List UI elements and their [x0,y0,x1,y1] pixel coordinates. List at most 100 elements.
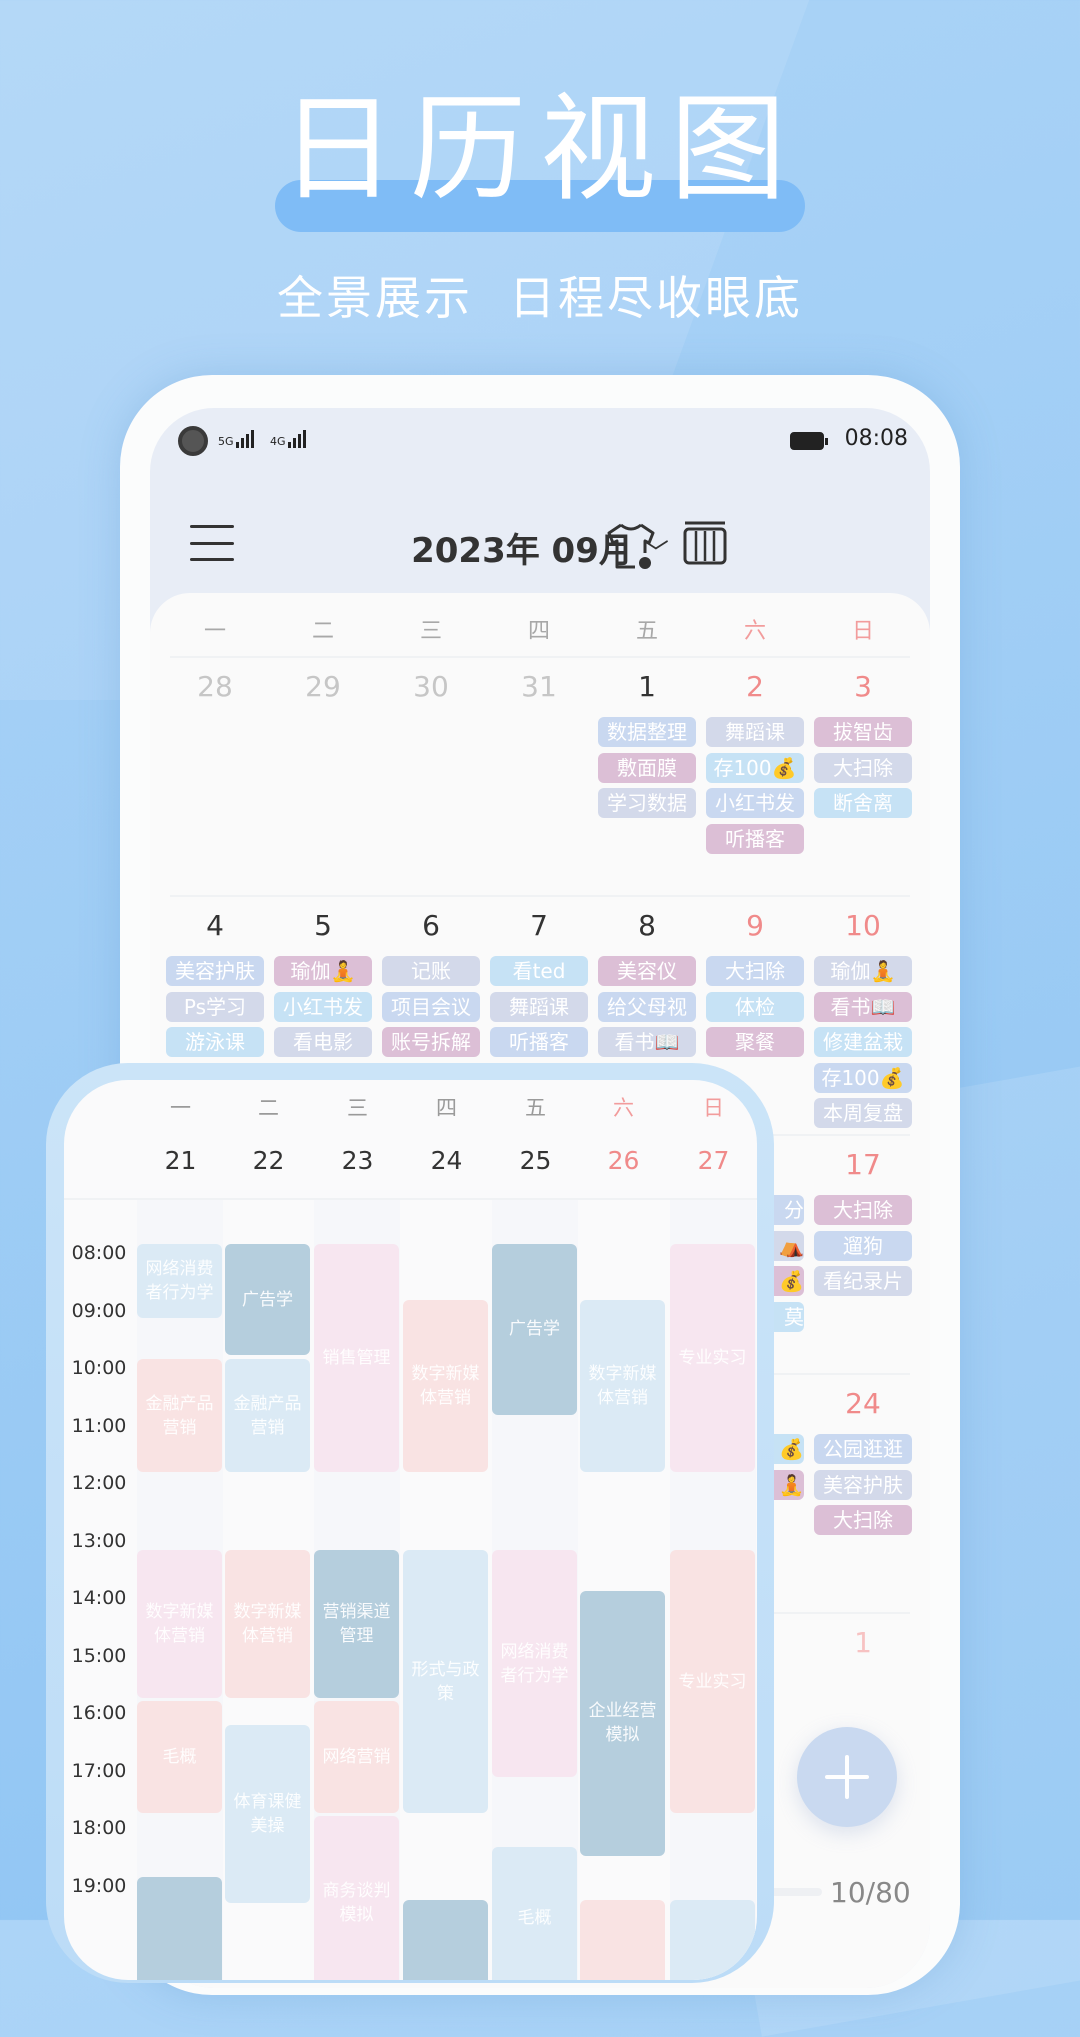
date-number[interactable]: 26 [579,1146,668,1175]
class-block[interactable]: 广告学 [492,1244,577,1415]
class-block[interactable]: 网络消费者行为学 [492,1550,577,1777]
class-block[interactable]: 企业经营模拟 [580,1590,665,1857]
signal-label: 4G [270,435,286,448]
day-number[interactable]: 24 [809,1387,917,1420]
day-number[interactable]: 2 [701,670,809,703]
day-number[interactable]: 8 [593,909,701,942]
hour-label: 19:00 [71,1874,127,1897]
event-chip[interactable]: 断舍离 [814,788,912,818]
event-chip[interactable]: 舞蹈课 [490,991,588,1022]
class-block[interactable]: 销售管理 [314,1244,399,1472]
event-chip[interactable]: 瑜伽🧘 [814,956,912,986]
event-chip[interactable]: 舞蹈课 [706,717,804,747]
event-chip[interactable]: 修建盆栽 [814,1027,912,1057]
date-number[interactable]: 27 [669,1146,757,1175]
event-chip[interactable]: 大扫除 [814,752,912,783]
event-chip[interactable]: 瑜伽🧘 [274,956,372,986]
event-chip[interactable]: 听播客 [490,1027,588,1057]
event-chip[interactable]: 美容仪 [598,956,696,986]
event-chip[interactable]: 项目会议 [382,991,480,1022]
class-block[interactable]: 毛概 [492,1846,577,1980]
event-chip[interactable]: 小红书发 [274,991,372,1022]
day-number[interactable]: 28 [161,670,269,703]
class-block[interactable]: 数字新媒体营销 [137,1550,222,1698]
day-number[interactable]: 1 [809,1626,917,1659]
class-block[interactable] [580,1899,665,1980]
event-chip[interactable]: 遛狗 [814,1230,912,1261]
calendar-columns-icon[interactable] [682,521,728,567]
event-chip[interactable]: 给父母视 [598,991,696,1022]
event-chip[interactable]: 体检 [706,991,804,1022]
class-block[interactable]: 金融产品营销 [225,1359,310,1472]
event-chip[interactable]: 看电影 [274,1027,372,1057]
date-number[interactable]: 23 [313,1146,402,1175]
event-chip[interactable]: 小红书发 [706,788,804,818]
day-number[interactable]: 1 [593,670,701,703]
class-block[interactable]: 金融产品营销 [137,1359,222,1472]
day-number[interactable]: 7 [485,909,593,942]
event-chip[interactable]: 看ted [490,956,588,986]
class-block[interactable]: 形式与政策 [403,1550,488,1813]
class-block[interactable] [403,1899,488,1980]
event-chip[interactable]: 听播客 [706,823,804,854]
event-chip[interactable]: 拔智齿 [814,717,912,747]
class-block[interactable]: 营销渠道管理 [314,1550,399,1698]
event-chip[interactable]: 美容护肤 [166,956,264,986]
tshirt-icon[interactable] [605,521,657,571]
weekday-label: 一 [203,619,226,644]
event-chip[interactable]: 学习数据 [598,788,696,818]
day-number[interactable]: 5 [269,909,377,942]
class-block[interactable]: 商务谈判模拟 [314,1816,399,1980]
date-number[interactable]: 21 [136,1146,225,1175]
hour-label: 13:00 [71,1529,127,1552]
event-chip[interactable]: 大扫除 [814,1505,912,1535]
day-number[interactable]: 10 [809,909,917,942]
event-chip[interactable]: 看书📖 [598,1027,696,1057]
event-chip[interactable]: 大扫除 [814,1195,912,1225]
event-chip[interactable]: 大扫除 [706,956,804,986]
class-block[interactable]: 毛概 [137,1701,222,1813]
month-selector[interactable]: 2023年 09月 ﹀ [350,523,730,572]
class-block[interactable]: 网络营销 [314,1701,399,1813]
date-number[interactable]: 24 [402,1146,491,1175]
class-block[interactable]: 广告学 [225,1244,310,1356]
class-block[interactable]: 网络消费者行为学 [137,1244,222,1319]
promo-title: 日历视图 [280,82,800,217]
weekday-label: 日 [851,619,874,644]
event-chip[interactable]: 数据整理 [598,717,696,747]
class-block[interactable] [137,1876,222,1980]
day-number[interactable]: 9 [701,909,809,942]
event-chip[interactable]: 账号拆解 [382,1027,480,1057]
battery-full-icon [790,432,828,450]
event-chip[interactable]: 聚餐 [706,1027,804,1057]
day-number[interactable]: 17 [809,1148,917,1181]
event-chip[interactable]: 公园逛逛 [814,1434,912,1464]
class-block[interactable]: 专业实习 [670,1550,755,1813]
day-number[interactable]: 30 [377,670,485,703]
event-chip[interactable]: 游泳课 [166,1027,264,1057]
event-chip[interactable]: 存100💰 [706,752,804,783]
hamburger-menu-icon[interactable] [190,525,234,561]
event-chip[interactable]: 存100💰 [814,1062,912,1093]
add-event-button[interactable] [797,1727,897,1827]
day-number[interactable]: 4 [161,909,269,942]
day-number[interactable]: 31 [485,670,593,703]
event-chip[interactable]: 本周复盘 [814,1098,912,1128]
class-block[interactable]: 数字新媒体营销 [580,1299,665,1472]
event-chip[interactable]: 看纪录片 [814,1266,912,1296]
class-block[interactable]: 体育课健美操 [225,1725,310,1904]
class-block[interactable]: 数字新媒体营销 [225,1550,310,1698]
class-block[interactable]: 专业实习 [670,1244,755,1472]
day-number[interactable]: 3 [809,670,917,703]
class-block[interactable]: 数字新媒体营销 [403,1299,488,1472]
event-chip[interactable]: 敷面膜 [598,752,696,783]
event-chip[interactable]: Ps学习 [166,991,264,1022]
day-number[interactable]: 29 [269,670,377,703]
day-number[interactable]: 6 [377,909,485,942]
event-chip[interactable]: 美容护肤 [814,1469,912,1500]
class-block[interactable] [670,1899,755,1980]
event-chip[interactable]: 看书📖 [814,991,912,1022]
date-number[interactable]: 25 [491,1146,580,1175]
date-number[interactable]: 22 [224,1146,313,1175]
event-chip[interactable]: 记账 [382,956,480,986]
